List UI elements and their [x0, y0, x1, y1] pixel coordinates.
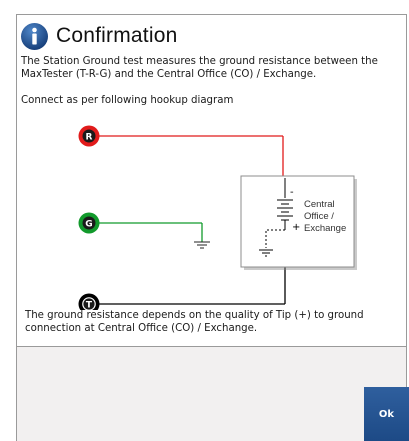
terminal-g-label: G	[85, 220, 92, 230]
ok-button[interactable]: Ok	[364, 387, 409, 441]
terminal-r: R	[78, 125, 100, 147]
ground-symbol-g	[194, 241, 210, 249]
dialog-title: Confirmation	[56, 24, 178, 47]
battery-minus-label: -	[290, 187, 294, 198]
terminal-g: G	[78, 212, 100, 234]
description-text: The Station Ground test measures the gro…	[21, 56, 378, 80]
info-icon	[21, 22, 48, 50]
footer-note: The ground resistance depends on the qua…	[25, 310, 364, 334]
co-label-line3: Exchange	[304, 223, 346, 234]
hookup-instruction: Connect as per following hookup diagram	[21, 95, 234, 106]
co-label-line1: Central	[304, 199, 335, 210]
confirmation-dialog: Confirmation The Station Ground test mea…	[0, 0, 409, 441]
terminal-t-label: T	[86, 301, 93, 311]
dialog-title-row: Confirmation	[20, 20, 177, 52]
dialog-button-bar	[16, 347, 407, 441]
hookup-diagram: - + Central Office / Exchange R G T	[33, 110, 388, 343]
hookup-diagram-svg: - + Central Office / Exchange R G T	[78, 125, 357, 311]
co-label-line2: Office /	[304, 211, 334, 222]
dialog-content-panel: Confirmation The Station Ground test mea…	[16, 14, 407, 347]
terminal-t: T	[78, 293, 100, 311]
battery-plus-label: +	[292, 222, 300, 233]
terminal-r-label: R	[86, 133, 93, 143]
